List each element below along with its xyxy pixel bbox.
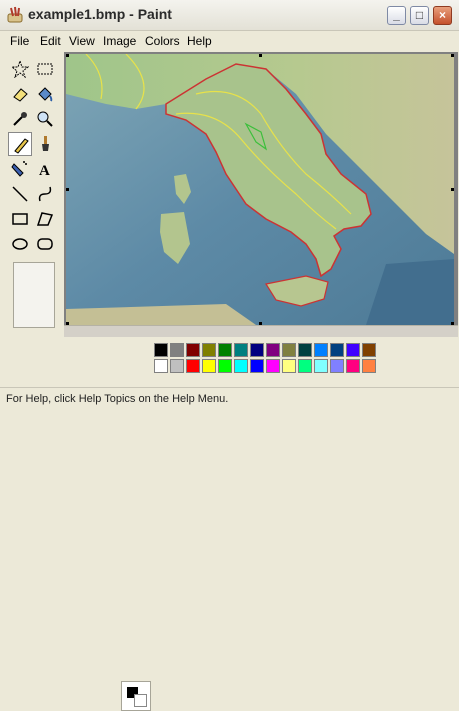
select-tool[interactable] bbox=[33, 57, 57, 81]
palette-swatch[interactable] bbox=[234, 359, 248, 373]
curve-icon bbox=[38, 186, 52, 202]
palette-swatch[interactable] bbox=[170, 343, 184, 357]
text-tool[interactable]: A bbox=[33, 157, 57, 181]
line-tool[interactable] bbox=[8, 182, 32, 206]
canvas-area bbox=[64, 52, 458, 337]
eraser-icon bbox=[13, 88, 28, 102]
magnifier-tool[interactable] bbox=[33, 107, 57, 131]
palette-swatch[interactable] bbox=[330, 343, 344, 357]
ellipse-icon bbox=[12, 238, 28, 250]
palette-swatch[interactable] bbox=[346, 343, 360, 357]
rounded-rectangle-icon bbox=[37, 238, 53, 250]
paint-app-icon bbox=[7, 6, 23, 23]
palette-swatch[interactable] bbox=[234, 343, 248, 357]
pick-color-tool[interactable] bbox=[8, 107, 32, 131]
italy-map-image[interactable] bbox=[66, 54, 454, 325]
palette-swatch[interactable] bbox=[186, 343, 200, 357]
close-icon: × bbox=[438, 8, 446, 22]
current-colors bbox=[121, 681, 151, 711]
pencil-tool[interactable] bbox=[8, 132, 32, 156]
maximize-button[interactable]: □ bbox=[410, 6, 429, 25]
eyedropper-icon bbox=[13, 112, 27, 126]
minimize-icon: _ bbox=[393, 8, 400, 22]
menu-colors[interactable]: Colors bbox=[145, 34, 180, 48]
brush-icon bbox=[42, 136, 49, 151]
palette-swatch[interactable] bbox=[282, 359, 296, 373]
palette-swatch[interactable] bbox=[218, 359, 232, 373]
menu-help[interactable]: Help bbox=[187, 34, 212, 48]
fill-tool[interactable] bbox=[33, 82, 57, 106]
palette-swatch[interactable] bbox=[362, 359, 376, 373]
maximize-icon: □ bbox=[415, 8, 424, 22]
menu-file[interactable]: File bbox=[10, 34, 29, 48]
star-select-icon bbox=[11, 60, 29, 78]
status-text: For Help, click Help Topics on the Help … bbox=[6, 393, 229, 405]
pencil-icon bbox=[14, 138, 29, 154]
free-form-select-tool[interactable] bbox=[8, 57, 32, 81]
palette-swatch[interactable] bbox=[298, 343, 312, 357]
palette-swatch[interactable] bbox=[362, 343, 376, 357]
ellipse-tool[interactable] bbox=[8, 232, 32, 256]
status-bar: For Help, click Help Topics on the Help … bbox=[0, 387, 459, 412]
svg-text:A: A bbox=[39, 163, 50, 178]
palette-swatch[interactable] bbox=[266, 343, 280, 357]
palette-swatch[interactable] bbox=[154, 359, 168, 373]
palette-swatch[interactable] bbox=[330, 359, 344, 373]
magnifier-icon bbox=[37, 111, 53, 127]
close-button[interactable]: × bbox=[433, 6, 452, 25]
line-icon bbox=[12, 186, 28, 202]
text-a-icon: A bbox=[39, 163, 50, 178]
palette-swatch[interactable] bbox=[282, 343, 296, 357]
paint-bucket-icon bbox=[38, 87, 53, 102]
polygon-tool[interactable] bbox=[33, 207, 57, 231]
curve-tool[interactable] bbox=[33, 182, 57, 206]
tool-box: A bbox=[0, 52, 65, 336]
rectangle-select-icon bbox=[37, 63, 53, 75]
palette-swatch[interactable] bbox=[314, 359, 328, 373]
minimize-button[interactable]: _ bbox=[387, 6, 406, 25]
airbrush-tool[interactable] bbox=[8, 157, 32, 181]
menu-bar: File Edit View Image Colors Help bbox=[0, 31, 459, 51]
polygon-icon bbox=[36, 212, 54, 226]
brush-tool[interactable] bbox=[33, 132, 57, 156]
palette-swatch[interactable] bbox=[202, 343, 216, 357]
color-box bbox=[0, 337, 459, 711]
rectangle-icon bbox=[12, 213, 28, 225]
palette-swatch[interactable] bbox=[202, 359, 216, 373]
palette-swatch[interactable] bbox=[170, 359, 184, 373]
palette-swatch[interactable] bbox=[266, 359, 280, 373]
eraser-tool[interactable] bbox=[8, 82, 32, 106]
palette-swatch[interactable] bbox=[250, 343, 264, 357]
rounded-rectangle-tool[interactable] bbox=[33, 232, 57, 256]
rectangle-tool[interactable] bbox=[8, 207, 32, 231]
tool-options-panel[interactable] bbox=[13, 262, 55, 328]
palette-swatch[interactable] bbox=[346, 359, 360, 373]
menu-edit[interactable]: Edit bbox=[40, 34, 61, 48]
palette-swatch[interactable] bbox=[298, 359, 312, 373]
palette-swatch[interactable] bbox=[250, 359, 264, 373]
palette-swatch[interactable] bbox=[154, 343, 168, 357]
menu-image[interactable]: Image bbox=[103, 34, 136, 48]
menu-view[interactable]: View bbox=[69, 34, 95, 48]
title-bar: example1.bmp - Paint _ □ × bbox=[0, 0, 459, 31]
palette-swatch[interactable] bbox=[314, 343, 328, 357]
palette-swatch[interactable] bbox=[218, 343, 232, 357]
background-color bbox=[134, 694, 147, 707]
window-title: example1.bmp - Paint bbox=[28, 6, 172, 22]
palette-swatch[interactable] bbox=[186, 359, 200, 373]
airbrush-icon bbox=[11, 161, 27, 177]
